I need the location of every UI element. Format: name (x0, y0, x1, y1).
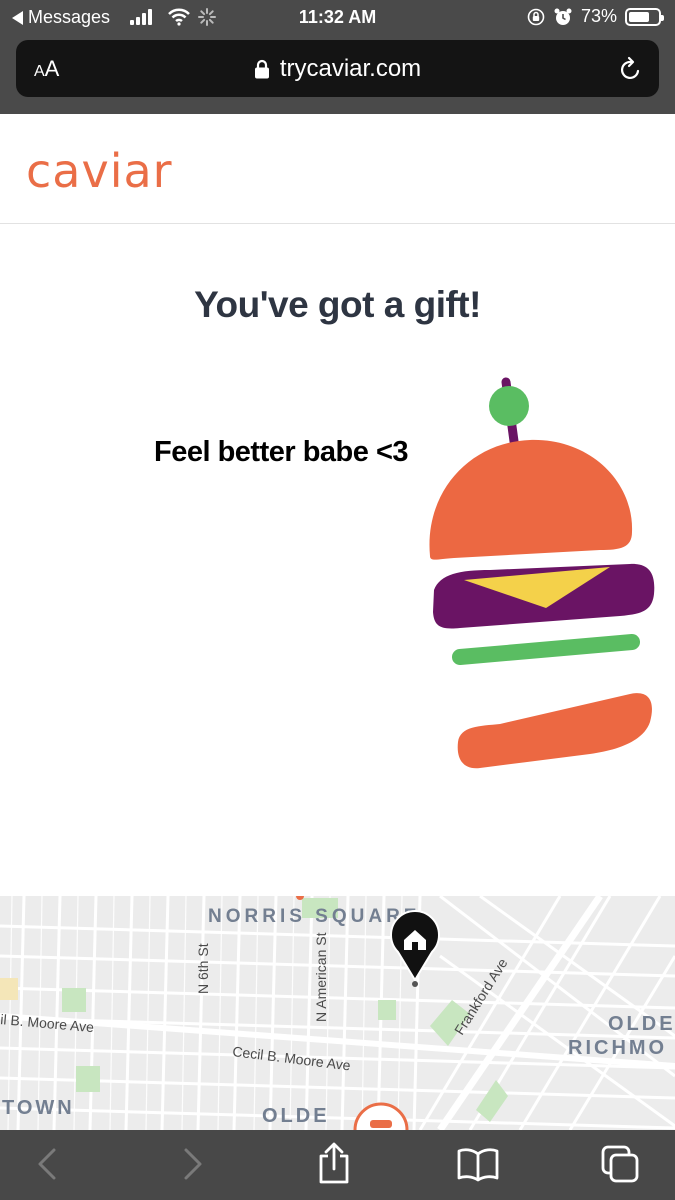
status-right-group: 73% (527, 6, 664, 27)
bookmarks-icon[interactable] (456, 1146, 500, 1182)
url-text: trycaviar.com (279, 55, 422, 82)
map-view[interactable]: NORRIS SQUARE OLDE RICHMO TOWN OLDE N 6t… (0, 896, 675, 1130)
map-label-olde-richmond-1: OLDE (608, 1013, 675, 1035)
alarm-icon (554, 8, 572, 25)
back-button-icon[interactable] (36, 1146, 58, 1182)
lock-icon (254, 59, 269, 79)
tabs-icon[interactable] (600, 1144, 640, 1184)
browser-toolbar (0, 1130, 675, 1200)
map-label-olde-richmond-2: RICHMO (568, 1037, 667, 1059)
battery-percent: 73% (580, 6, 617, 26)
map-label-n-6th-st: N 6th St (195, 943, 211, 994)
bottom-bun (457, 693, 652, 769)
page-title: You've got a gift! (194, 284, 481, 325)
lettuce (452, 634, 640, 665)
map-label-town: TOWN (2, 1097, 75, 1119)
share-icon[interactable] (316, 1142, 352, 1184)
olive (489, 386, 529, 426)
forward-button-icon[interactable] (182, 1146, 204, 1182)
battery-level (629, 11, 650, 22)
top-bun (429, 439, 633, 560)
gift-message: Feel better babe <3 (154, 436, 409, 468)
site-header: caviar (0, 114, 675, 224)
orientation-lock-icon (527, 8, 545, 25)
status-bar: Messages 11:32 AM 73% (0, 0, 675, 36)
map-label-olde: OLDE (262, 1105, 330, 1127)
address-bar[interactable]: AA trycaviar.com (16, 40, 659, 97)
burger-illustration (429, 377, 655, 769)
browser-chrome-top: Messages 11:32 AM 73% AA trycaviar.com (0, 0, 675, 114)
url-display[interactable]: trycaviar.com (16, 55, 659, 83)
map-label-norris-square: NORRIS SQUARE (208, 906, 420, 927)
battery-icon (625, 7, 664, 26)
map-canvas: NORRIS SQUARE OLDE RICHMO TOWN OLDE N 6t… (0, 896, 675, 1130)
map-label-n-american-st: N American St (313, 932, 329, 1022)
caviar-logo[interactable]: caviar (26, 144, 173, 198)
reload-icon[interactable] (619, 56, 643, 82)
